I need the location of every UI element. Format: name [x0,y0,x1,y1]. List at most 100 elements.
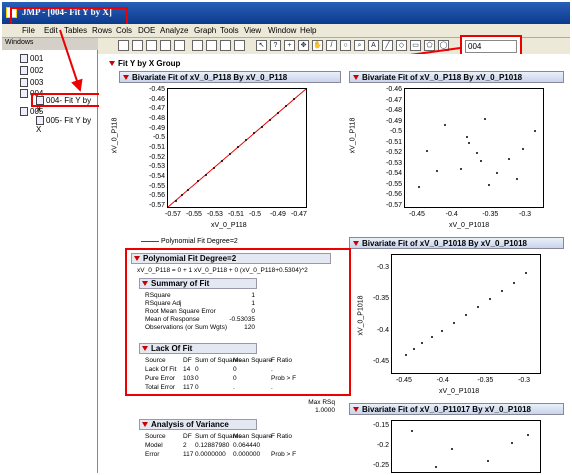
scatter-plot-p4[interactable] [391,420,541,473]
table-cell: F Ratio [271,433,292,440]
x-tick-label: -0.35 [477,377,494,384]
table-cell: F Ratio [271,357,292,364]
data-point [293,98,295,100]
disclosure-icon[interactable] [353,407,359,413]
y-tick-label: -0.46 [386,86,402,93]
data-point [465,314,467,316]
disclosure-icon[interactable] [109,61,115,67]
data-point [476,152,478,154]
disclosure-icon[interactable] [134,256,140,262]
fit-equation: xV_0_P118 = 0 + 1 xV_0_P118 + 0 (xV_0_P1… [137,267,308,274]
data-point [466,136,468,138]
y-tick-label: -0.48 [149,115,165,122]
data-point [480,160,482,162]
y-tick-label: -0.51 [149,144,165,151]
y-tick-label: -0.55 [149,182,165,190]
disclosure-icon[interactable] [142,281,148,287]
table-cell: . [271,366,273,373]
data-point [513,282,515,284]
y-tick-label: -0.5 [389,128,402,136]
y-tick-label: -0.4 [376,326,389,334]
y-tick-label: -0.15 [373,422,389,429]
x-tick-label: -0.3 [518,377,531,384]
x-tick-label: -0.55 [186,211,202,218]
scatter-plot-p1[interactable] [167,88,307,208]
legend-line [141,240,159,242]
table-cell: DF [183,433,192,440]
y-tick-label: -0.45 [373,358,389,365]
table-cell: 0.0000000 [195,451,226,458]
data-point [451,448,453,450]
x-tick-label: -0.4 [436,377,449,384]
y-tick-label: -0.3 [376,264,389,271]
data-point [436,170,438,172]
data-point [496,172,498,174]
disclosure-icon[interactable] [142,346,148,352]
x-tick-label: -0.35 [482,211,499,218]
y-tick-label: -0.2 [376,442,389,449]
summary-of-fit-header[interactable]: Summary of Fit [139,278,257,289]
data-point [253,132,255,134]
data-point [460,168,462,170]
data-point [197,180,199,182]
x-tick-label: -0.49 [270,211,286,218]
panel-header-p3[interactable]: Bivariate Fit of xV_0_P1018 By xV_0_P101… [349,237,564,249]
anova-header[interactable]: Analysis of Variance [139,419,257,430]
fit-legend[interactable]: Polynomial Fit Degree=2 [141,238,238,245]
x-axis-label: xV_0_P1018 [449,222,490,229]
table-cell: Mean Square [233,433,273,440]
y-tick-label: -0.56 [386,191,402,199]
data-point [285,105,287,107]
disclosure-icon[interactable] [123,75,129,81]
data-point [269,119,271,121]
table-cell: Model [145,442,163,449]
disclosure-icon[interactable] [353,75,359,81]
data-point [237,146,239,148]
table-cell: Total Error [145,384,175,391]
scatter-plot-p2[interactable] [404,88,544,208]
y-tick-label: -0.54 [149,173,165,180]
table-cell: 0.000000 [233,451,261,458]
y-axis-label: xV_0_P118 [349,117,357,154]
y-tick-label: -0.53 [149,163,165,171]
y-tick-label: -0.55 [386,180,402,188]
data-point [441,330,443,332]
data-point [489,298,491,300]
data-point [426,150,428,152]
y-tick-label: -0.51 [386,138,402,146]
y-tick-label: -0.52 [149,153,165,161]
panel-header-p4[interactable]: Bivariate Fit of xV_0_P11017 By xV_0_P10… [349,403,564,415]
table-cell: 14 [183,366,191,373]
x-axis-label: xV_0_P118 [211,222,247,229]
lack-of-fit-header[interactable]: Lack Of Fit [139,343,257,354]
data-point [418,186,420,188]
y-tick-label: -0.25 [373,462,389,469]
table-cell: 0 [233,366,237,373]
x-tick-label: -0.57 [165,211,181,218]
poly-fit-header[interactable]: Polynomial Fit Degree=2 [131,253,331,264]
disclosure-icon[interactable] [353,241,359,247]
scatter-plot-p3[interactable] [391,254,541,374]
table-cell: 117 [183,451,194,458]
data-point [508,158,510,160]
y-tick-label: -0.35 [373,295,389,303]
data-point [229,153,231,155]
disclosure-icon[interactable] [142,422,148,428]
y-tick-label: -0.48 [386,107,402,115]
table-cell: 103 [183,375,194,382]
y-tick-label: -0.53 [386,159,402,167]
table-cell: 2 [183,442,187,449]
data-point [477,306,479,308]
group-outline[interactable]: Fit Y by X Group [109,59,180,68]
data-point [411,430,413,432]
table-cell: 0 [195,375,199,382]
y-tick-label: -0.56 [149,192,165,200]
data-point [453,322,455,324]
data-points [418,118,536,188]
data-point [181,194,183,196]
panel-header-p2[interactable]: Bivariate Fit of xV_0_P118 By xV_0_P1018 [349,71,564,83]
table-cell: Error [145,451,160,458]
y-tick-label: -0.47 [149,105,165,113]
data-point [511,442,513,444]
panel-header-p1[interactable]: Bivariate Fit of xV_0_P118 By xV_0_P118 [119,71,341,83]
